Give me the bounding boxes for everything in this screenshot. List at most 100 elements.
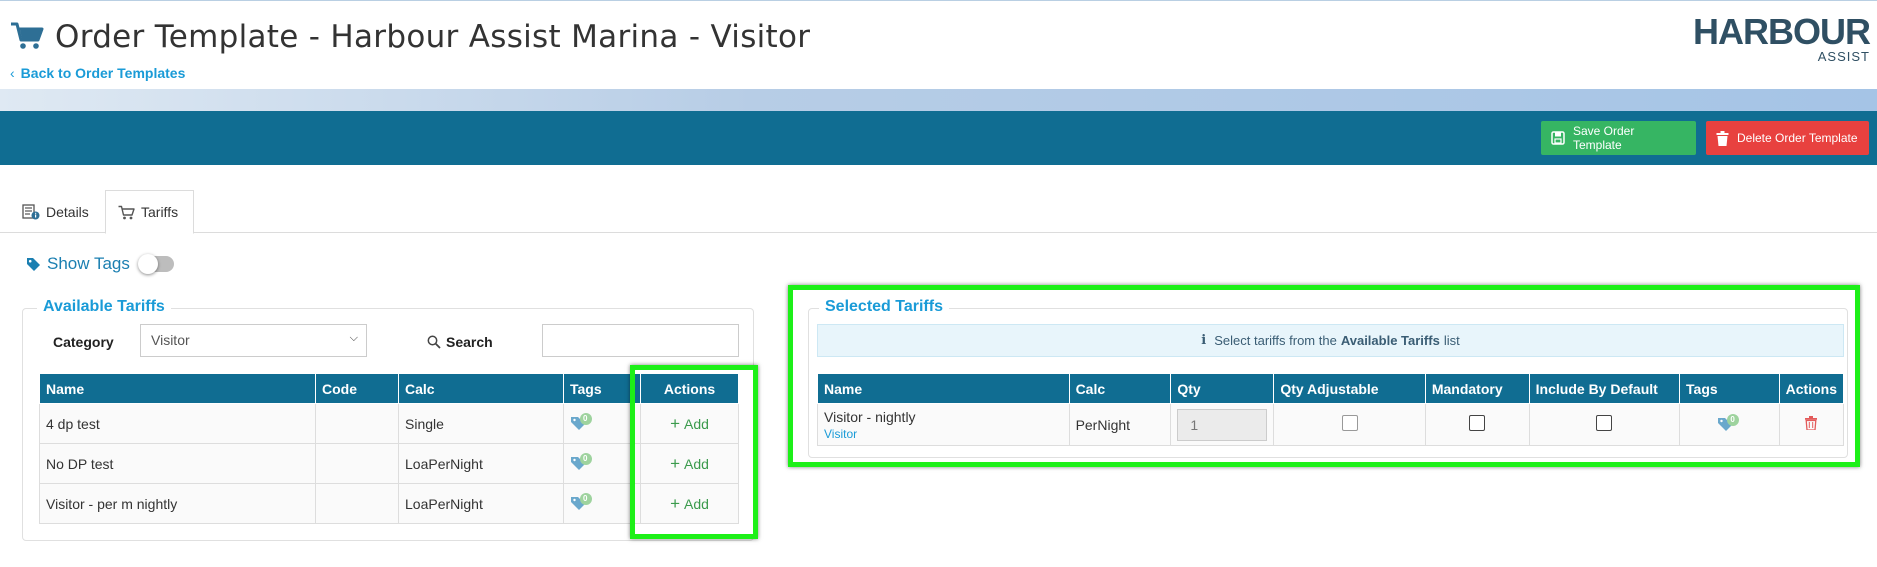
trash-icon[interactable]	[1805, 416, 1818, 431]
column-header-code: Code	[315, 373, 399, 404]
show-tags-label: Show Tags	[47, 254, 130, 273]
tab-tariffs-label: Tariffs	[141, 204, 179, 220]
category-select[interactable]: Visitor ⌵	[140, 324, 367, 357]
mandatory-checkbox[interactable]	[1469, 415, 1486, 431]
info-prefix: Select tariffs from the	[1214, 333, 1337, 348]
add-label: Add	[684, 415, 709, 432]
table-row: Visitor - nightly Visitor PerNight 1 0	[817, 403, 1845, 446]
tariff-name: 4 dp test	[39, 403, 316, 444]
search-label: Search	[427, 334, 493, 350]
toggle-knob	[137, 254, 158, 274]
category-label: Category	[53, 334, 114, 350]
table-row: Visitor - per m nightly LoaPerNight 0 + Add	[39, 483, 739, 524]
add-label: Add	[684, 495, 709, 512]
delete-order-template-button[interactable]: Delete Order Template	[1706, 121, 1869, 155]
tab-tariffs[interactable]: Tariffs	[105, 190, 194, 234]
tariff-actions: + Add	[640, 443, 739, 484]
column-header-mandatory: Mandatory	[1424, 373, 1530, 404]
available-tariffs-table: Name Code Calc Tags Actions 4 dp test Sin…	[39, 373, 739, 524]
column-header-calc: Calc	[398, 373, 564, 404]
add-tariff-button[interactable]: + Add	[670, 413, 709, 433]
info-icon: i	[1201, 333, 1207, 348]
chevron-down-icon: ⌵	[349, 332, 358, 344]
action-toolbar: Save Order Template Delete Order Templat…	[0, 111, 1877, 165]
selected-tariff-tags: 0	[1679, 403, 1780, 446]
tariff-code	[315, 403, 399, 444]
tariff-code	[315, 443, 399, 484]
add-tariff-button[interactable]: + Add	[670, 494, 709, 513]
column-header-tags: Tags	[1679, 373, 1780, 404]
column-header-name: Name	[817, 373, 1070, 404]
column-header-actions: Actions	[640, 373, 739, 404]
selected-tariff-name: Visitor - nightly	[824, 408, 916, 425]
tab-bar: Details Tariffs	[0, 190, 1877, 234]
tag-count-icon[interactable]: 0	[1717, 413, 1741, 433]
page-title: Order Template - Harbour Assist Marina -…	[55, 19, 811, 55]
tag-count-icon[interactable]: 0	[570, 412, 594, 432]
tariff-tags: 0	[563, 483, 641, 524]
trash-icon	[1716, 130, 1729, 146]
tag-count: 0	[583, 494, 588, 503]
tag-count-icon[interactable]: 0	[570, 452, 594, 472]
qty-input[interactable]: 1	[1177, 408, 1268, 441]
available-tariffs-panel: Available Tariffs Category Visitor ⌵ Sea…	[22, 298, 754, 541]
search-label-text: Search	[446, 334, 493, 350]
category-selected-value: Visitor	[151, 332, 190, 348]
selected-tariffs-legend: Selected Tariffs	[819, 298, 949, 316]
tab-details-label: Details	[46, 203, 89, 220]
tariff-tags: 0	[563, 403, 641, 444]
column-header-qty: Qty	[1170, 373, 1275, 404]
plus-icon: +	[670, 413, 680, 433]
tariff-calc: LoaPerNight	[398, 483, 564, 524]
back-to-order-templates-link[interactable]: ‹ Back to Order Templates	[10, 65, 185, 81]
info-message: i Select tariffs from the Available Tari…	[817, 324, 1844, 357]
tariff-calc: Single	[398, 403, 564, 444]
include-by-default-cell	[1528, 403, 1681, 446]
save-icon	[1551, 131, 1565, 145]
selected-tariff-category-link[interactable]: Visitor	[824, 427, 1063, 441]
tag-count: 0	[583, 454, 588, 463]
column-header-include-by-default: Include By Default	[1528, 373, 1681, 404]
cart-icon	[118, 205, 135, 219]
show-tags-toggle[interactable]	[137, 254, 174, 274]
tariff-name: Visitor - per m nightly	[39, 483, 316, 524]
harbour-assist-logo: HARBOUR ASSIST	[1693, 11, 1871, 66]
selected-tariff-qty-cell: 1	[1170, 403, 1275, 446]
page-header: Order Template - Harbour Assist Marina -…	[0, 1, 1877, 89]
info-suffix: list	[1443, 333, 1460, 348]
tariff-calc: LoaPerNight	[398, 443, 564, 484]
tariff-actions: + Add	[640, 403, 739, 444]
logo-sub-text: ASSIST	[1817, 49, 1870, 64]
table-row: No DP test LoaPerNight 0 + Add	[39, 443, 739, 484]
header-gradient-band	[0, 89, 1877, 111]
tag-count-icon[interactable]: 0	[570, 492, 594, 512]
mandatory-cell	[1424, 403, 1530, 446]
tab-details[interactable]: Details	[10, 190, 101, 233]
selected-tariff-name-cell: Visitor - nightly Visitor	[817, 403, 1070, 446]
qty-adjustable-checkbox[interactable]	[1341, 415, 1358, 431]
column-header-tags: Tags	[563, 373, 641, 404]
column-header-qty-adjustable: Qty Adjustable	[1273, 373, 1426, 404]
cart-icon	[11, 22, 44, 49]
tag-count: 0	[583, 414, 588, 423]
qty-adjustable-cell	[1273, 403, 1426, 446]
chevron-left-icon: ‹	[10, 65, 15, 81]
info-bold: Available Tariffs	[1340, 333, 1440, 348]
search-input[interactable]	[542, 324, 739, 357]
add-label: Add	[684, 455, 709, 472]
add-tariff-button[interactable]: + Add	[670, 454, 709, 473]
save-order-template-button[interactable]: Save Order Template	[1541, 121, 1696, 155]
document-info-icon	[22, 203, 40, 219]
tag-icon	[27, 257, 40, 271]
tariff-actions: + Add	[640, 483, 739, 524]
column-header-actions: Actions	[1778, 373, 1845, 404]
selected-tariff-calc: PerNight	[1068, 403, 1172, 446]
column-header-calc: Calc	[1068, 373, 1172, 404]
logo-main-text: HARBOUR	[1693, 11, 1871, 52]
selected-tariff-actions	[1778, 403, 1845, 446]
include-by-default-checkbox[interactable]	[1596, 415, 1613, 431]
selected-tariffs-panel: Selected Tariffs i Select tariffs from t…	[808, 298, 1848, 458]
save-button-label: Save Order Template	[1572, 124, 1635, 152]
back-link-label: Back to Order Templates	[20, 65, 186, 81]
search-icon	[427, 335, 441, 349]
